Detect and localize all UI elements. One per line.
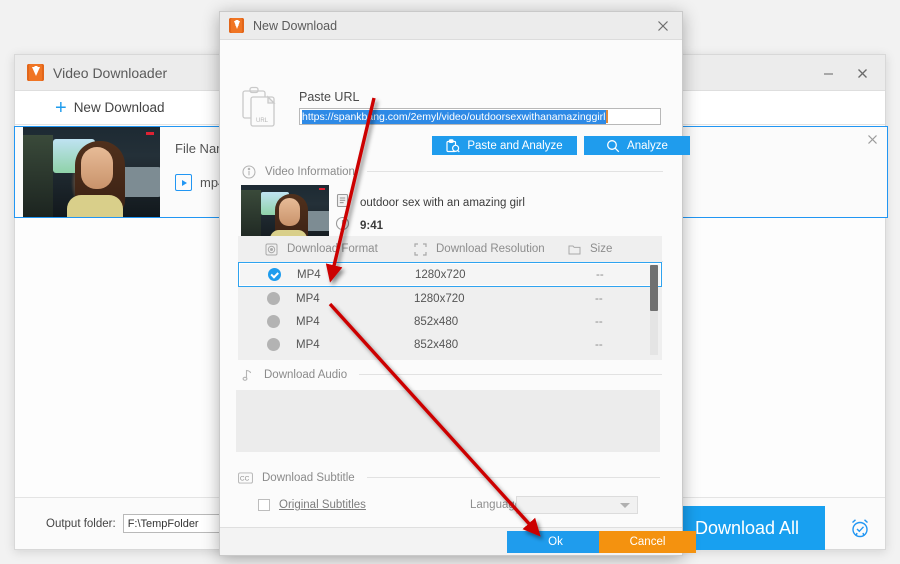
text-caret — [605, 110, 608, 123]
cell-resolution: 852x480 — [414, 315, 459, 328]
url-input-value: https://spankbang.com/2emyl/video/outdoo… — [302, 109, 606, 124]
cell-resolution: 852x480 — [414, 338, 459, 351]
format-table-header: Download Format Download Resolution Size — [238, 236, 662, 262]
cc-icon: CC — [238, 470, 253, 485]
section-label: Download Subtitle — [262, 471, 355, 484]
original-subtitles-label[interactable]: Original Subtitles — [279, 499, 366, 511]
cell-size: -- — [596, 268, 604, 281]
plus-icon: + — [55, 96, 67, 119]
radio-icon[interactable] — [267, 338, 280, 351]
alarm-clock-icon[interactable] — [843, 514, 877, 542]
analyze-button[interactable]: Analyze — [584, 136, 690, 155]
column-header-size[interactable]: Size — [567, 243, 612, 256]
close-icon[interactable] — [867, 133, 878, 148]
divider — [359, 374, 662, 375]
music-note-icon — [240, 367, 255, 382]
screenshot-root: Video Downloader + New Download File Nam… — [0, 0, 900, 564]
format-row[interactable]: MP4 1280x720 -- — [238, 262, 662, 287]
video-duration: 9:41 — [360, 220, 384, 232]
radio-icon[interactable] — [267, 315, 280, 328]
section-label: Video Information — [265, 165, 355, 178]
divider — [366, 477, 660, 478]
section-download-audio: Download Audio — [240, 367, 662, 382]
paste-and-analyze-label: Paste and Analyze — [467, 139, 563, 152]
section-download-subtitle: CC Download Subtitle — [238, 470, 660, 485]
minimize-icon[interactable] — [811, 58, 845, 88]
chevron-down-icon — [620, 502, 630, 508]
dialog-title: New Download — [253, 18, 338, 33]
download-audio-list[interactable] — [236, 390, 660, 452]
section-label: Download Audio — [264, 368, 348, 381]
video-title: outdoor sex with an amazing girl — [360, 197, 525, 209]
format-row[interactable]: MP4 1280x720 -- — [238, 287, 662, 310]
video-thumbnail — [23, 127, 160, 217]
clipboard-search-icon — [446, 138, 461, 153]
column-header-download-format[interactable]: Download Format — [264, 243, 378, 256]
svg-text:URL: URL — [256, 118, 269, 124]
clock-icon — [335, 216, 350, 236]
video-file-icon — [175, 174, 192, 191]
format-row[interactable]: MP4 852x480 -- — [238, 310, 662, 333]
video-duration-row: 9:41 — [335, 216, 383, 236]
window-controls — [811, 55, 879, 91]
paste-url-label: Paste URL — [299, 90, 360, 104]
disc-icon — [264, 243, 279, 256]
column-header-download-resolution[interactable]: Download Resolution — [413, 242, 545, 256]
language-select[interactable] — [516, 496, 638, 514]
radio-icon[interactable] — [267, 292, 280, 305]
dialog-titlebar: New Download — [220, 12, 682, 40]
app-logo-icon — [27, 64, 44, 81]
video-title-row: outdoor sex with an amazing girl — [335, 193, 525, 213]
cell-format: MP4 — [297, 268, 321, 281]
document-icon — [335, 193, 350, 213]
section-video-information: Video Information — [241, 164, 663, 179]
original-subtitles-checkbox[interactable] — [258, 499, 270, 511]
folder-icon — [567, 243, 582, 256]
cell-size: -- — [595, 292, 603, 305]
column-header-label: Download Resolution — [436, 243, 545, 255]
cancel-button[interactable]: Cancel — [599, 531, 696, 553]
format-row[interactable]: MP4 852x480 -- — [238, 333, 662, 356]
analyze-label: Analyze — [627, 139, 668, 152]
paste-and-analyze-button[interactable]: Paste and Analyze — [432, 136, 577, 155]
divider — [366, 171, 663, 172]
cell-size: -- — [595, 338, 603, 351]
new-download-label: New Download — [73, 100, 165, 115]
cell-format: MP4 — [296, 292, 320, 305]
scrollbar-thumb[interactable] — [650, 265, 658, 311]
download-format-table: Download Format Download Resolution Size — [238, 236, 662, 360]
dialog-footer: Ok Cancel — [220, 527, 696, 555]
new-download-button[interactable]: + New Download — [55, 98, 164, 118]
clipboard-url-icon: URL — [241, 86, 281, 130]
column-header-label: Size — [590, 243, 613, 255]
close-icon[interactable] — [652, 16, 674, 36]
main-window-title: Video Downloader — [53, 64, 168, 81]
ok-button[interactable]: Ok — [507, 531, 604, 553]
cell-resolution: 1280x720 — [415, 268, 466, 281]
output-folder-label: Output folder: — [46, 517, 116, 530]
url-input[interactable]: https://spankbang.com/2emyl/video/outdoo… — [299, 108, 661, 125]
cell-format: MP4 — [296, 338, 320, 351]
crop-icon — [413, 242, 428, 256]
cell-format: MP4 — [296, 315, 320, 328]
close-icon[interactable] — [845, 58, 879, 88]
app-logo-icon — [229, 18, 244, 33]
svg-text:CC: CC — [240, 475, 250, 482]
cell-resolution: 1280x720 — [414, 292, 465, 305]
search-icon — [606, 139, 620, 153]
cell-size: -- — [595, 315, 603, 328]
radio-selected-icon[interactable] — [268, 268, 281, 281]
info-icon — [241, 164, 256, 179]
column-header-label: Download Format — [287, 243, 378, 255]
subtitle-options-row: Original Subtitles Language: — [258, 496, 648, 514]
